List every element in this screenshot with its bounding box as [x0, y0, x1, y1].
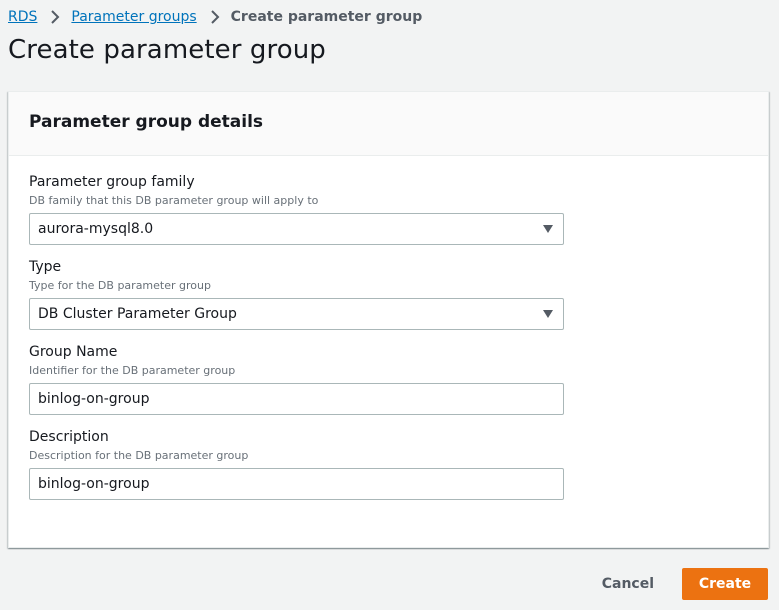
panel-body: Parameter group family DB family that th…	[9, 156, 768, 500]
field-description-input: Description Description for the DB param…	[29, 429, 768, 500]
description-input[interactable]	[29, 468, 564, 500]
form-actions: Cancel Create	[582, 568, 768, 600]
breadcrumb-link-parameter-groups[interactable]: Parameter groups	[71, 9, 196, 25]
field-label: Group Name	[29, 344, 118, 360]
panel-header: Parameter group details	[9, 92, 768, 156]
parameter-group-family-select[interactable]: aurora-mysql8.0	[29, 213, 564, 245]
field-group-name: Group Name Identifier for the DB paramet…	[29, 344, 768, 415]
field-description: Identifier for the DB parameter group	[29, 364, 236, 377]
field-label: Type	[29, 259, 62, 275]
field-description: DB family that this DB parameter group w…	[29, 194, 319, 207]
caret-down-icon	[542, 224, 554, 234]
breadcrumb: RDS Parameter groups Create parameter gr…	[8, 7, 422, 27]
field-type: Type Type for the DB parameter group DB …	[29, 259, 768, 330]
page-title: Create parameter group	[8, 35, 326, 65]
chevron-right-icon	[208, 10, 222, 24]
create-button[interactable]: Create	[682, 568, 768, 600]
field-description: Type for the DB parameter group	[29, 279, 211, 292]
type-select[interactable]: DB Cluster Parameter Group	[29, 298, 564, 330]
panel-title: Parameter group details	[29, 112, 264, 132]
field-description: Description for the DB parameter group	[29, 449, 249, 462]
breadcrumb-link-rds[interactable]: RDS	[8, 9, 37, 25]
group-name-input[interactable]	[29, 383, 564, 415]
chevron-right-icon	[48, 10, 62, 24]
field-label: Parameter group family	[29, 174, 195, 190]
select-value: aurora-mysql8.0	[38, 221, 154, 237]
breadcrumb-current: Create parameter group	[230, 9, 423, 25]
cancel-button[interactable]: Cancel	[582, 568, 674, 600]
field-label: Description	[29, 429, 109, 445]
caret-down-icon	[542, 309, 554, 319]
field-parameter-group-family: Parameter group family DB family that th…	[29, 174, 768, 245]
parameter-group-details-panel: Parameter group details Parameter group …	[8, 91, 769, 548]
select-value: DB Cluster Parameter Group	[38, 306, 237, 322]
